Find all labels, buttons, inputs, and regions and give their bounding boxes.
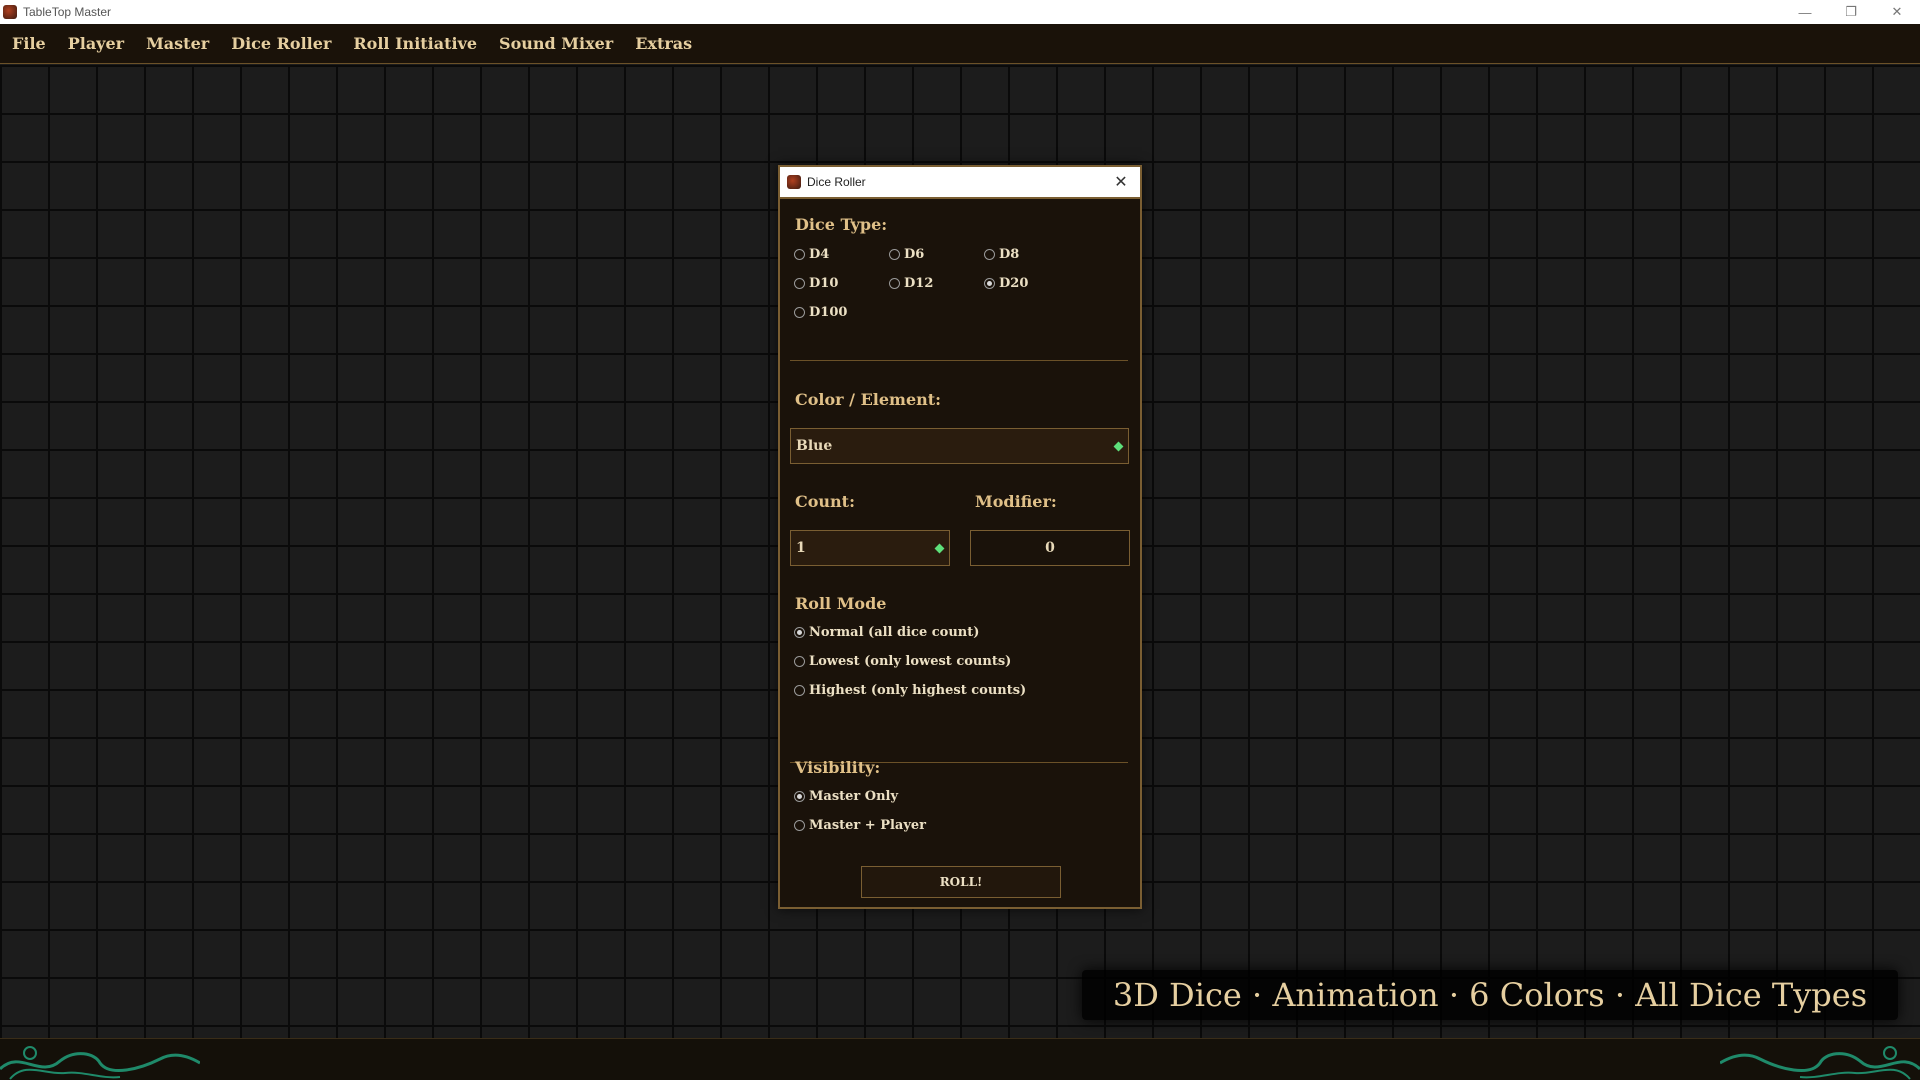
bottom-ornament-bar (0, 1038, 1920, 1080)
modifier-value: 0 (1045, 540, 1055, 556)
dialog-title-bar[interactable]: Dice Roller ✕ (780, 167, 1140, 199)
menu-bar: File Player Master Dice Roller Roll Init… (0, 24, 1920, 64)
dialog-body: Dice Type: D4 D6 D8 D10 D12 D20 D100 Col… (780, 199, 1140, 907)
roll-button[interactable]: ROLL! (861, 866, 1061, 898)
dice-option-d20[interactable]: D20 (984, 276, 1028, 291)
dice-type-label: Dice Type: (795, 215, 888, 234)
close-icon[interactable]: ✕ (1874, 0, 1920, 24)
window-controls: — ❐ ✕ (1782, 0, 1920, 24)
dialog-close-icon[interactable]: ✕ (1110, 171, 1132, 193)
radio-master-only[interactable] (794, 791, 805, 802)
radio-d6[interactable] (889, 249, 900, 260)
color-element-value: Blue (796, 438, 833, 454)
radio-d20[interactable] (984, 278, 995, 289)
dice-option-d4[interactable]: D4 (794, 247, 829, 262)
app-dice-icon (3, 5, 17, 19)
modifier-label: Modifier: (975, 492, 1057, 511)
roll-mode-label: Roll Mode (795, 594, 887, 613)
radio-d4[interactable] (794, 249, 805, 260)
radio-highest[interactable] (794, 685, 805, 696)
modifier-input[interactable]: 0 (970, 530, 1130, 566)
count-value: 1 (796, 540, 806, 556)
radio-lowest[interactable] (794, 656, 805, 667)
dropdown-diamond-icon (934, 543, 945, 554)
radio-master-player[interactable] (794, 820, 805, 831)
menu-sound-mixer[interactable]: Sound Mixer (499, 34, 613, 53)
roll-mode-highest[interactable]: Highest (only highest counts) (794, 683, 1026, 698)
visibility-master-player[interactable]: Master + Player (794, 818, 926, 833)
radio-normal[interactable] (794, 627, 805, 638)
radio-d10[interactable] (794, 278, 805, 289)
divider (790, 360, 1128, 361)
minimize-icon[interactable]: — (1782, 0, 1828, 24)
dice-option-d10[interactable]: D10 (794, 276, 838, 291)
os-title-bar: TableTop Master — ❐ ✕ (0, 0, 1920, 24)
left-ornament-icon (0, 1046, 200, 1080)
color-element-label: Color / Element: (795, 390, 942, 409)
menu-extras[interactable]: Extras (635, 34, 692, 53)
roll-mode-lowest[interactable]: Lowest (only lowest counts) (794, 654, 1011, 669)
right-ornament-icon (1720, 1046, 1920, 1080)
count-label: Count: (795, 492, 855, 511)
menu-dice-roller[interactable]: Dice Roller (231, 34, 331, 53)
menu-player[interactable]: Player (68, 34, 124, 53)
dropdown-diamond-icon (1113, 441, 1124, 452)
roll-mode-normal[interactable]: Normal (all dice count) (794, 625, 979, 640)
menu-master[interactable]: Master (146, 34, 209, 53)
dice-option-d100[interactable]: D100 (794, 305, 847, 320)
dialog-title: Dice Roller (807, 175, 866, 189)
dice-option-d12[interactable]: D12 (889, 276, 933, 291)
dice-option-d8[interactable]: D8 (984, 247, 1019, 262)
restore-icon[interactable]: ❐ (1828, 0, 1874, 24)
visibility-master-only[interactable]: Master Only (794, 789, 898, 804)
dice-option-d6[interactable]: D6 (889, 247, 924, 262)
dice-roller-dialog: Dice Roller ✕ Dice Type: D4 D6 D8 D10 D1… (778, 165, 1142, 909)
radio-d8[interactable] (984, 249, 995, 260)
radio-d12[interactable] (889, 278, 900, 289)
menu-file[interactable]: File (12, 34, 46, 53)
feature-caption: 3D Dice · Animation · 6 Colors · All Dic… (1082, 970, 1898, 1020)
dice-icon (787, 175, 801, 189)
radio-d100[interactable] (794, 307, 805, 318)
visibility-label: Visibility: (795, 758, 881, 777)
color-element-select[interactable]: Blue (790, 428, 1129, 464)
window-title: TableTop Master (23, 5, 112, 19)
menu-roll-initiative[interactable]: Roll Initiative (353, 34, 477, 53)
count-select[interactable]: 1 (790, 530, 950, 566)
